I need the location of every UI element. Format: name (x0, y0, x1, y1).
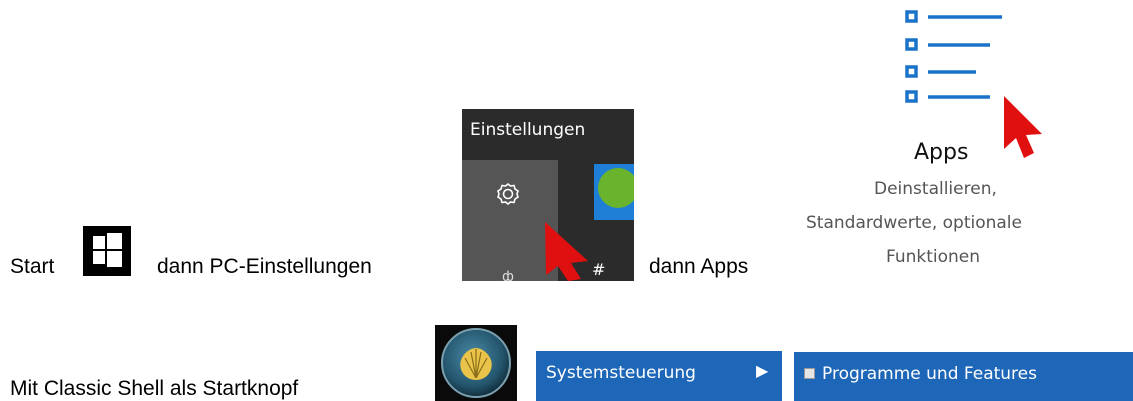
submenu-arrow-icon: ▶ (756, 363, 769, 380)
start-menu-settings-crop: Einstellungen ф # (462, 109, 634, 281)
apps-instruction: dann Apps (649, 255, 749, 278)
apps-red-arrow-cursor-icon (1004, 96, 1042, 158)
apps-desc-line1: Deinstallieren, (874, 179, 997, 199)
menu-item-programme-features-label: Programme und Features (822, 364, 1037, 384)
classic-shell-icon (441, 328, 511, 398)
menu-item-programme-features[interactable]: Programme und Features (794, 352, 1133, 401)
windows-start-button[interactable] (83, 226, 131, 276)
classic-shell-start-button[interactable] (435, 325, 517, 401)
apps-title[interactable]: Apps (914, 140, 968, 165)
menu-item-systemsteuerung-label: Systemsteuerung (546, 363, 696, 383)
menu-item-systemsteuerung[interactable]: Systemsteuerung ▶ (536, 351, 782, 401)
classic-shell-label: Mit Classic Shell als Startknopf (10, 377, 299, 400)
programs-icon (804, 368, 815, 379)
apps-desc-line3: Funktionen (886, 247, 981, 267)
svg-text:#: # (592, 260, 605, 279)
red-arrow-cursor-icon: # (545, 222, 605, 281)
start-label: Start (10, 255, 55, 278)
apps-desc-line2: Standardwerte, optionale (806, 213, 1022, 233)
apps-list-icon (905, 10, 1002, 103)
pc-settings-instruction: dann PC-Einstellungen (157, 255, 372, 278)
